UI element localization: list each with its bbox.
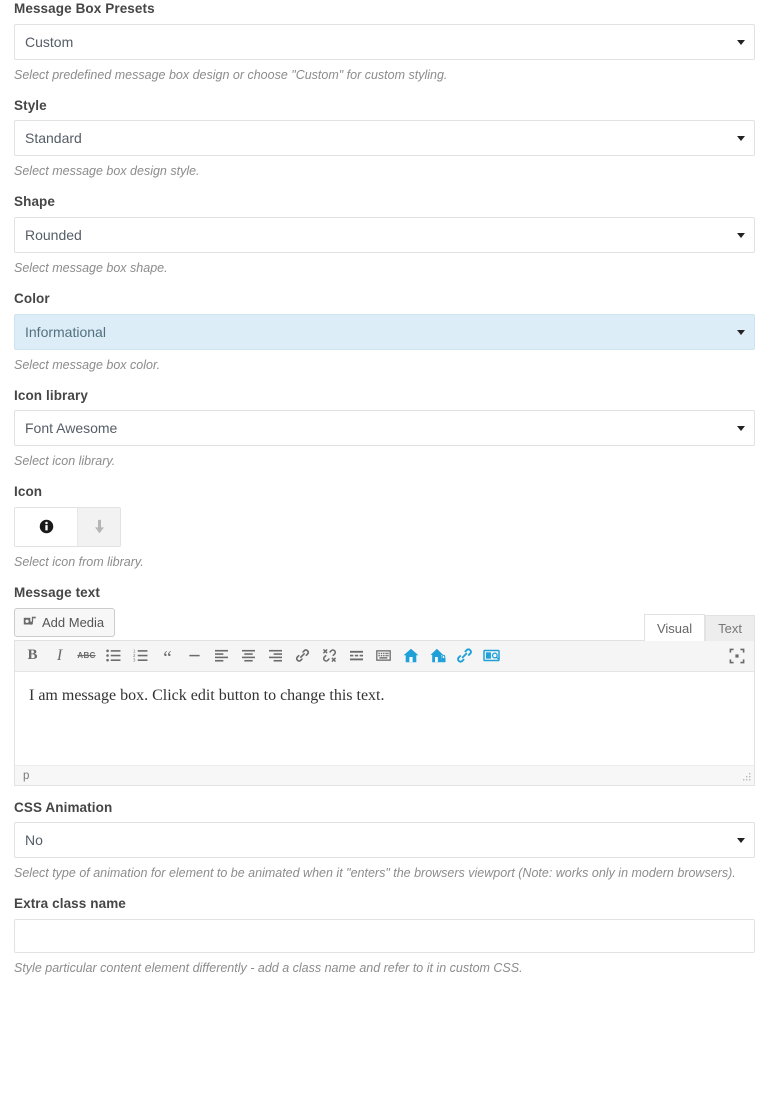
label-color: Color [14, 291, 50, 307]
select-style-value: Standard [25, 130, 82, 147]
insert-link-icon[interactable] [289, 643, 316, 669]
numbered-list-icon[interactable]: 123 [127, 643, 154, 669]
desc-message-box-presets: Select predefined message box design or … [14, 67, 448, 82]
label-message-text: Message text [14, 585, 100, 601]
editor-content-area[interactable]: I am message box. Click edit button to c… [15, 671, 754, 765]
editor-paragraph: I am message box. Click edit button to c… [29, 686, 385, 704]
desc-icon-library: Select icon library. [14, 454, 116, 469]
desc-icon: Select icon from library. [14, 554, 144, 569]
align-left-icon[interactable] [208, 643, 235, 669]
preview-panel-icon[interactable] [478, 643, 505, 669]
resize-handle-icon[interactable] [742, 772, 751, 782]
desc-shape: Select message box shape. [14, 260, 168, 275]
label-css-animation: CSS Animation [14, 799, 113, 815]
field-color: Color Informational Select message box c… [14, 290, 755, 374]
extra-class-name-input[interactable] [14, 918, 755, 953]
align-center-icon[interactable] [235, 643, 262, 669]
chevron-down-icon [737, 232, 745, 238]
read-more-icon[interactable] [343, 643, 370, 669]
field-icon-library: Icon library Font Awesome Select icon li… [14, 387, 755, 471]
align-right-icon[interactable] [262, 643, 289, 669]
tab-visual[interactable]: Visual [643, 613, 706, 641]
icon-picker[interactable] [14, 506, 121, 547]
select-icon-library[interactable]: Font Awesome [14, 410, 755, 447]
select-message-box-presets[interactable]: Custom [14, 23, 755, 60]
select-color-value: Informational [25, 323, 106, 340]
field-style: Style Standard Select message box design… [14, 97, 755, 181]
select-message-box-presets-value: Custom [25, 33, 74, 50]
label-icon: Icon [14, 484, 43, 500]
desc-css-animation: Select type of animation for element to … [14, 866, 736, 881]
label-style: Style [14, 97, 47, 113]
desc-color: Select message box color. [14, 357, 161, 372]
home-icon[interactable] [397, 643, 424, 669]
desc-extra-class-name: Style particular content element differe… [14, 960, 523, 975]
select-color[interactable]: Informational [14, 313, 755, 350]
bold-icon[interactable]: B [19, 643, 46, 669]
select-style[interactable]: Standard [14, 120, 755, 157]
chevron-down-icon [737, 136, 745, 142]
editor-top-row: Add Media Visual Text [14, 607, 755, 641]
add-media-label: Add Media [42, 614, 105, 630]
select-shape[interactable]: Rounded [14, 216, 755, 253]
label-message-box-presets: Message Box Presets [14, 1, 155, 16]
field-shape: Shape Rounded Select message box shape. [14, 193, 755, 277]
home-lock-icon[interactable] [424, 643, 451, 669]
horizontal-rule-icon[interactable] [181, 643, 208, 669]
chevron-down-icon [737, 329, 745, 335]
toolbar-toggle-icon[interactable] [370, 643, 397, 669]
svg-text:3: 3 [133, 658, 136, 662]
editor-toolbar: B I ABC 123 “ [15, 640, 754, 672]
wysiwyg-editor: B I ABC 123 “ I am message box. Click ed… [14, 639, 755, 786]
blockquote-icon[interactable]: “ [154, 640, 181, 672]
add-media-button[interactable]: Add Media [14, 607, 116, 637]
message-box-settings-panel: Message Box Presets Custom Select predef… [0, 0, 769, 977]
select-shape-value: Rounded [25, 226, 82, 243]
remove-link-icon[interactable] [316, 643, 343, 669]
select-css-animation-value: No [25, 832, 43, 849]
distraction-free-icon[interactable] [723, 643, 750, 669]
select-css-animation[interactable]: No [14, 822, 755, 859]
italic-icon[interactable]: I [46, 643, 73, 669]
tab-text[interactable]: Text [705, 614, 755, 641]
field-css-animation: CSS Animation No Select type of animatio… [14, 799, 755, 883]
field-extra-class-name: Extra class name Style particular conten… [14, 895, 755, 977]
label-icon-library: Icon library [14, 387, 88, 403]
bulleted-list-icon[interactable] [100, 643, 127, 669]
chain-link-icon[interactable] [451, 643, 478, 669]
arrow-down-icon [94, 519, 104, 534]
chevron-down-icon [737, 39, 745, 45]
select-icon-library-value: Font Awesome [25, 420, 118, 437]
field-message-box-presets: Message Box Presets Custom Select predef… [14, 0, 755, 84]
field-icon: Icon Select icon from library. [14, 483, 755, 571]
desc-style: Select message box design style. [14, 164, 200, 179]
info-circle-icon [39, 520, 53, 534]
icon-picker-selected[interactable] [15, 507, 77, 546]
field-message-text: Message text Add Media Visual Text B I A… [14, 584, 755, 786]
media-icon [23, 616, 36, 625]
chevron-down-icon [737, 838, 745, 844]
editor-mode-tabs: Visual Text [643, 613, 755, 641]
icon-picker-dropdown-toggle[interactable] [77, 507, 120, 546]
editor-status-bar: p [15, 764, 754, 785]
chevron-down-icon [737, 426, 745, 432]
label-shape: Shape [14, 194, 56, 210]
label-extra-class-name: Extra class name [14, 896, 126, 912]
editor-element-path: p [23, 769, 30, 782]
strikethrough-icon[interactable]: ABC [73, 643, 100, 669]
